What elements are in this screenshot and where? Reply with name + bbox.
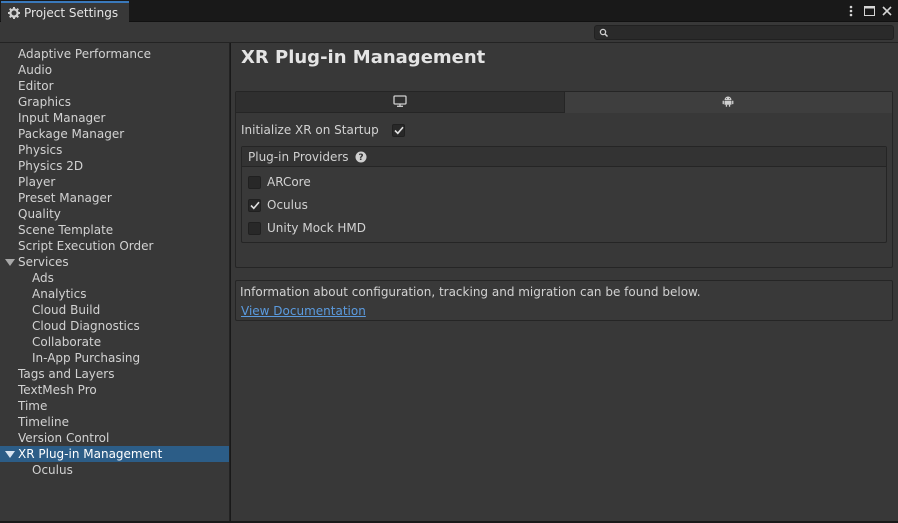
provider-label: Oculus <box>267 198 308 212</box>
plugin-providers-header: Plug-in Providers ? <box>242 147 886 167</box>
provider-oculus[interactable]: Oculus <box>248 197 308 213</box>
sidebar-item-collaborate[interactable]: Collaborate <box>0 334 229 350</box>
window-controls <box>844 3 894 19</box>
sidebar-item-cloud-diagnostics[interactable]: Cloud Diagnostics <box>0 318 229 334</box>
provider-label: Unity Mock HMD <box>267 221 367 235</box>
plugin-providers-group: Plug-in Providers ? ARCore Oculus Unity … <box>241 146 887 243</box>
settings-content: XR Plug-in Management Initialize XR on S… <box>231 43 898 521</box>
sidebar-item-time[interactable]: Time <box>0 398 229 414</box>
monitor-icon <box>393 94 407 110</box>
info-text: Information about configuration, trackin… <box>240 285 701 299</box>
sidebar-item-input-manager[interactable]: Input Manager <box>0 110 229 126</box>
maximize-icon[interactable] <box>862 3 876 19</box>
sidebar-item-analytics[interactable]: Analytics <box>0 286 229 302</box>
sidebar-item-scene-template[interactable]: Scene Template <box>0 222 229 238</box>
sidebar-item-physics[interactable]: Physics <box>0 142 229 158</box>
sidebar-item-editor[interactable]: Editor <box>0 78 229 94</box>
sidebar-item-cloud-build[interactable]: Cloud Build <box>0 302 229 318</box>
provider-unity-mock-hmd[interactable]: Unity Mock HMD <box>248 220 366 236</box>
expand-triangle-icon[interactable] <box>5 259 15 266</box>
sidebar-item-physics-2d[interactable]: Physics 2D <box>0 158 229 174</box>
page-title: XR Plug-in Management <box>241 47 486 68</box>
sidebar-item-version-control[interactable]: Version Control <box>0 430 229 446</box>
provider-arcore[interactable]: ARCore <box>248 174 311 190</box>
search-input[interactable] <box>594 25 894 40</box>
settings-sidebar: Adaptive Performance Audio Editor Graphi… <box>0 43 230 521</box>
gear-icon <box>8 7 20 19</box>
sidebar-item-quality[interactable]: Quality <box>0 206 229 222</box>
sidebar-item-textmesh-pro[interactable]: TextMesh Pro <box>0 382 229 398</box>
sidebar-item-adaptive-performance[interactable]: Adaptive Performance <box>0 46 229 62</box>
checkmark-icon <box>249 201 260 209</box>
android-icon <box>722 95 734 110</box>
tab-title: Project Settings <box>24 6 119 20</box>
sidebar-item-preset-manager[interactable]: Preset Manager <box>0 190 229 206</box>
tab-android[interactable] <box>563 92 892 113</box>
view-documentation-link[interactable]: View Documentation <box>241 304 366 318</box>
sidebar-item-in-app-purchasing[interactable]: In-App Purchasing <box>0 350 229 366</box>
plugin-providers-label: Plug-in Providers <box>248 149 349 164</box>
provider-oculus-checkbox[interactable] <box>248 198 261 212</box>
provider-arcore-checkbox[interactable] <box>248 175 261 189</box>
search-icon <box>599 27 609 38</box>
platform-settings-panel: Initialize XR on Startup Plug-in Provide… <box>235 91 893 268</box>
info-box: Information about configuration, trackin… <box>235 280 893 321</box>
checkmark-icon <box>393 126 404 134</box>
sidebar-item-graphics[interactable]: Graphics <box>0 94 229 110</box>
kebab-menu-icon[interactable] <box>844 3 858 19</box>
close-icon[interactable] <box>880 3 894 19</box>
tab-standalone[interactable] <box>236 92 564 113</box>
sidebar-item-audio[interactable]: Audio <box>0 62 229 78</box>
sidebar-item-label: Services <box>18 255 69 269</box>
provider-label: ARCore <box>267 175 311 189</box>
sidebar-item-player[interactable]: Player <box>0 174 229 190</box>
sidebar-item-xr-plugin-management[interactable]: XR Plug-in Management <box>0 446 229 462</box>
help-icon[interactable]: ? <box>355 151 367 163</box>
sidebar-item-tags-and-layers[interactable]: Tags and Layers <box>0 366 229 382</box>
sidebar-item-package-manager[interactable]: Package Manager <box>0 126 229 142</box>
initialize-xr-label: Initialize XR on Startup <box>241 123 379 137</box>
settings-toolbar <box>0 22 898 43</box>
sidebar-item-services[interactable]: Services <box>0 254 229 270</box>
sidebar-item-script-execution-order[interactable]: Script Execution Order <box>0 238 229 254</box>
sidebar-item-oculus[interactable]: Oculus <box>0 462 229 478</box>
sidebar-item-timeline[interactable]: Timeline <box>0 414 229 430</box>
sidebar-item-ads[interactable]: Ads <box>0 270 229 286</box>
window-titlebar: Project Settings <box>0 0 898 23</box>
provider-unity-mock-hmd-checkbox[interactable] <box>248 221 261 235</box>
sidebar-item-label: XR Plug-in Management <box>18 447 163 461</box>
svg-text:?: ? <box>358 153 363 163</box>
project-settings-tab[interactable]: Project Settings <box>1 1 129 23</box>
platform-tabs <box>236 92 892 113</box>
initialize-xr-row: Initialize XR on Startup <box>241 122 405 138</box>
initialize-xr-checkbox[interactable] <box>392 123 405 137</box>
expand-triangle-icon[interactable] <box>5 451 15 458</box>
